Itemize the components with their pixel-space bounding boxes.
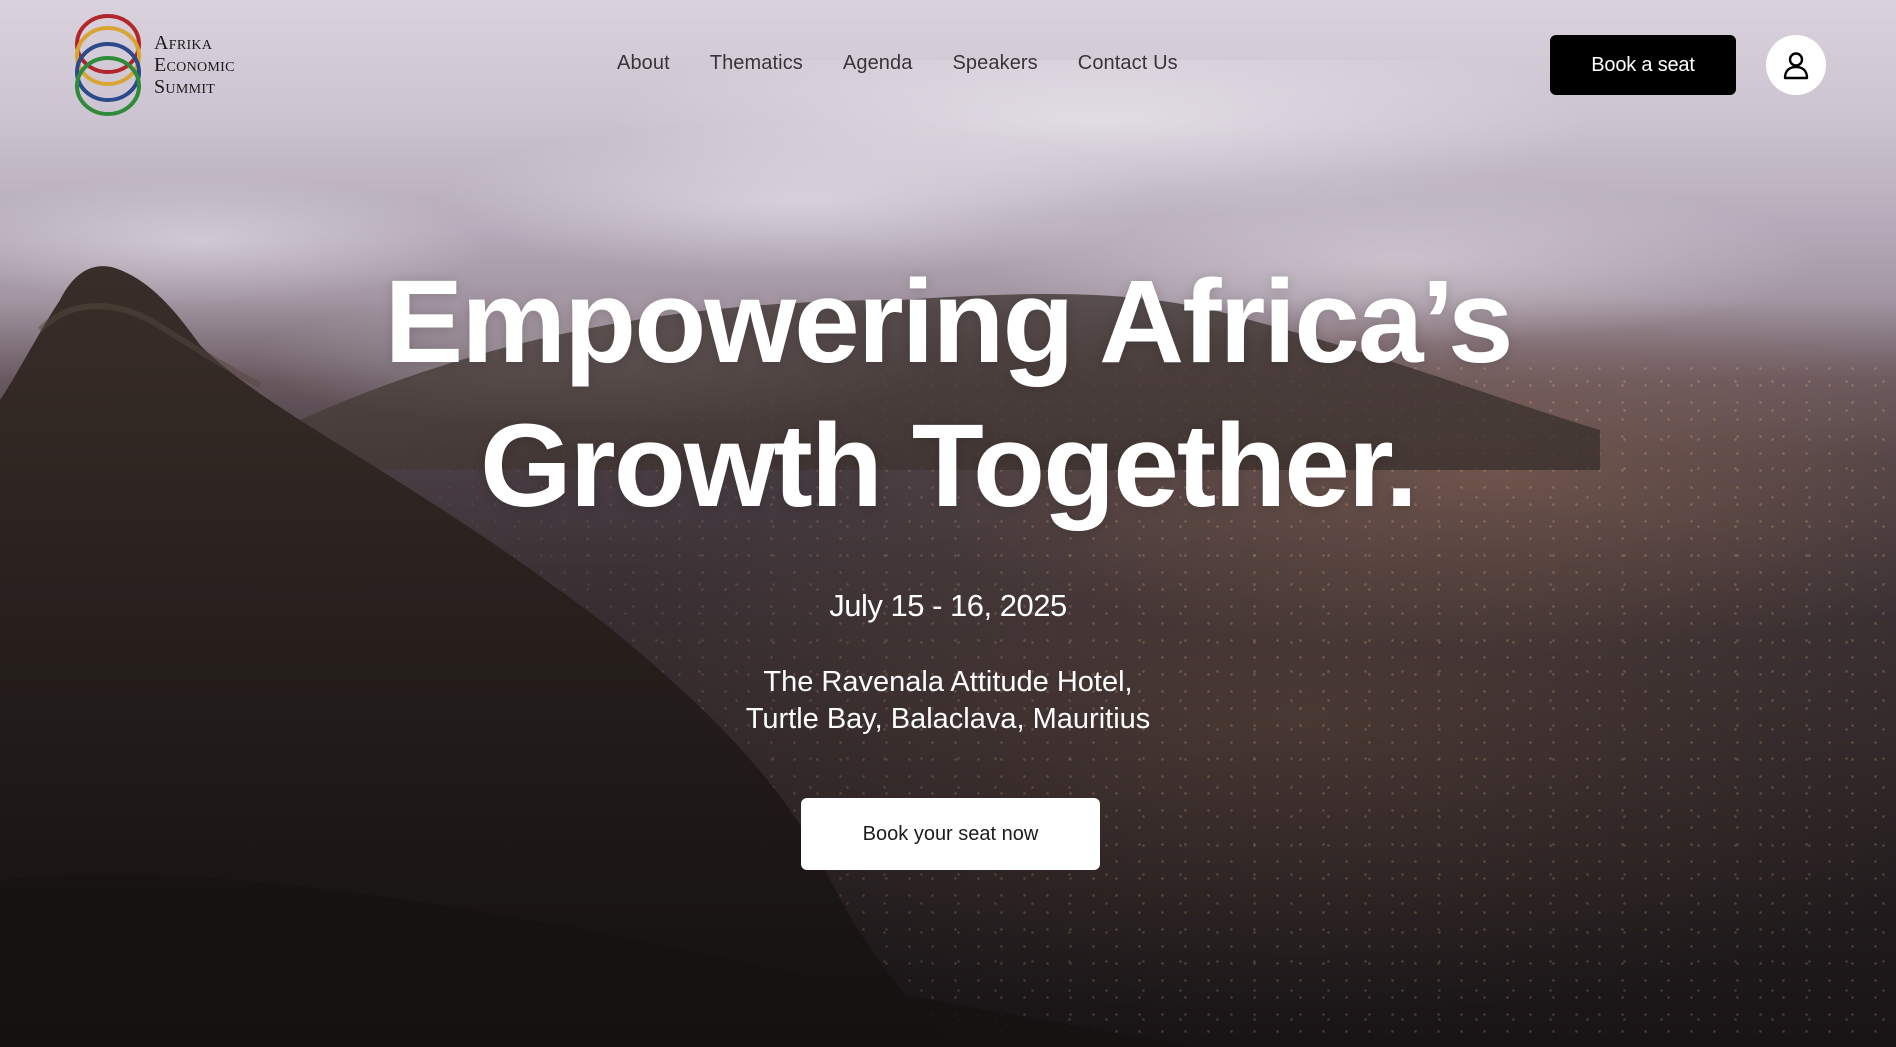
book-your-seat-button[interactable]: Book your seat now (801, 798, 1100, 870)
brand-logo[interactable]: Afrika Economic Summit (72, 12, 235, 118)
event-date: July 15 - 16, 2025 (829, 588, 1067, 623)
hero-title: Empowering Africa’s Growth Together. (0, 250, 1896, 538)
venue-line: The Ravenala Attitude Hotel, (763, 666, 1133, 698)
account-button[interactable] (1766, 35, 1826, 95)
brand-name-line: Summit (154, 76, 216, 98)
brand-name: Afrika Economic Summit (154, 32, 235, 98)
nav-link-contact-us[interactable]: Contact Us (1078, 52, 1178, 75)
nav-link-speakers[interactable]: Speakers (952, 52, 1037, 75)
main-nav: About Thematics Agenda Speakers Contact … (617, 52, 1178, 75)
nav-link-thematics[interactable]: Thematics (710, 52, 803, 75)
hero-title-line: Growth Together. (479, 400, 1418, 532)
site-header: Afrika Economic Summit About Thematics A… (0, 0, 1896, 130)
brand-name-line: Afrika (154, 32, 213, 54)
nav-link-agenda[interactable]: Agenda (843, 52, 913, 75)
venue-line: Turtle Bay, Balaclava, Mauritius (745, 703, 1151, 735)
brand-name-line: Economic (154, 54, 235, 76)
book-seat-button[interactable]: Book a seat (1550, 35, 1736, 95)
hero-title-line: Empowering Africa’s (384, 256, 1514, 388)
nav-link-about[interactable]: About (617, 52, 670, 75)
event-venue: The Ravenala Attitude Hotel, Turtle Bay,… (0, 664, 1896, 738)
user-icon (1783, 52, 1809, 80)
rings-logo-icon (75, 14, 141, 116)
